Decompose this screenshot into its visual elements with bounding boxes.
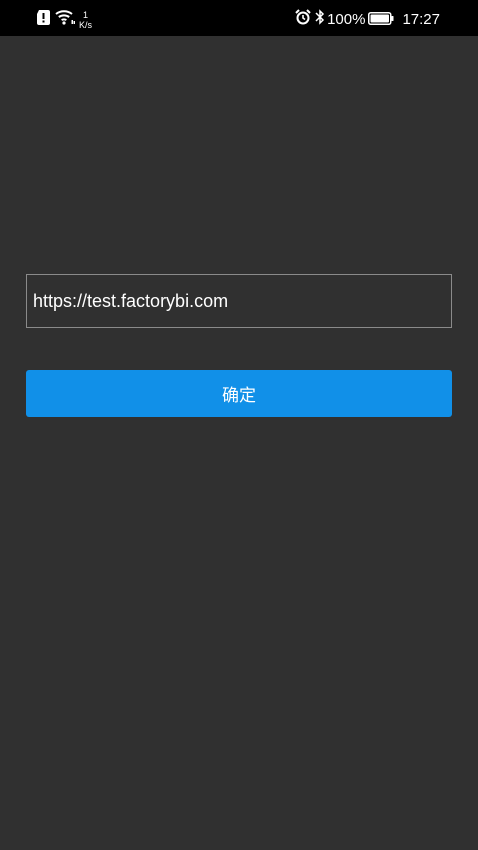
wifi-icon	[55, 9, 75, 29]
status-bar: 1 K/s 100% 17:27	[0, 0, 478, 36]
network-speed-value: 1	[83, 9, 89, 20]
url-input[interactable]	[26, 274, 452, 328]
status-time: 17:27	[402, 10, 440, 28]
network-speed-unit: K/s	[79, 19, 93, 30]
battery-icon	[368, 10, 394, 29]
status-bar-left: 1 K/s	[37, 8, 92, 30]
status-bar-right: 100% 17:27	[295, 8, 440, 30]
bluetooth-icon	[315, 9, 325, 29]
battery-percent: 100%	[327, 10, 366, 28]
alarm-icon	[295, 9, 311, 29]
network-speed: 1 K/s	[79, 10, 92, 30]
confirm-button[interactable]: 确定	[26, 370, 452, 417]
alert-icon	[37, 9, 50, 29]
